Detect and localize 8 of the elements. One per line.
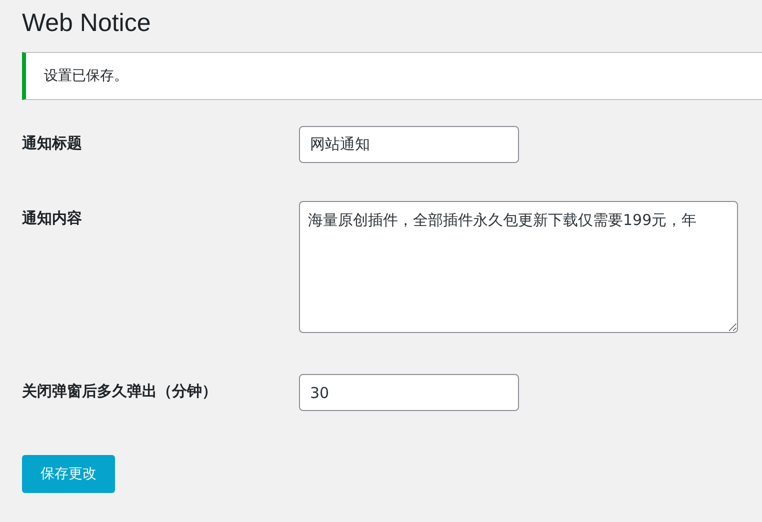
field-label: 通知内容: [22, 208, 83, 228]
input-field[interactable]: 30: [299, 374, 519, 411]
input-field[interactable]: 网站通知: [299, 126, 519, 163]
page-title: Web Notice: [22, 8, 152, 39]
field-label: 通知标题: [22, 133, 83, 153]
text-area[interactable]: 海量原创插件，全部插件永久包更新下载仅需要199元，年: [299, 201, 738, 333]
success-notice: 设置已保存。: [22, 52, 762, 100]
field-label: 关闭弹窗后多久弹出（分钟）: [22, 381, 218, 401]
